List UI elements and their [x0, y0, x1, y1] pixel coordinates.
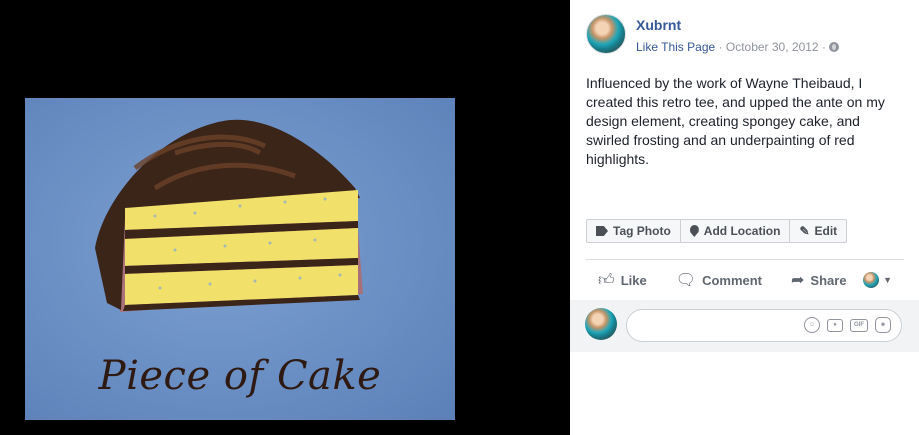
reaction-selector[interactable]: ▼: [863, 272, 892, 288]
photo-tools: Tag Photo Add Location ✎ Edit: [586, 219, 848, 243]
share-button[interactable]: ➦ Share: [791, 270, 847, 290]
post-date[interactable]: October 30, 2012: [726, 40, 819, 54]
tag-photo-button[interactable]: Tag Photo: [587, 220, 681, 242]
post-text: Influenced by the work of Wayne Theibaud…: [586, 75, 885, 167]
add-location-button[interactable]: Add Location: [681, 220, 791, 242]
share-label: Share: [810, 272, 847, 288]
like-page-link[interactable]: Like This Page: [636, 40, 715, 54]
viewer-avatar: [863, 272, 880, 288]
post-actions: 👍︎ Like 🗨︎ Comment ➦ Share ▼: [586, 262, 904, 298]
pin-icon: [689, 225, 699, 237]
comment-box: ☺ ● GIF ☻: [626, 309, 902, 342]
edit-label: Edit: [814, 224, 838, 238]
divider: [586, 259, 904, 260]
meta-separator: ·: [821, 40, 826, 54]
globe-icon[interactable]: [829, 42, 840, 52]
comment-icon: 🗨︎: [675, 272, 697, 289]
post-meta: Like This Page · October 30, 2012 ·: [636, 40, 840, 54]
emoji-icon[interactable]: ☺: [804, 317, 820, 333]
pencil-icon: ✎: [799, 224, 810, 238]
like-label: Like: [620, 272, 647, 288]
shirt-caption: Piece of Cake: [98, 353, 382, 399]
add-location-label: Add Location: [703, 224, 781, 238]
meta-separator: ·: [718, 40, 723, 54]
post-header: Xubrnt Like This Page · October 30, 2012…: [586, 14, 906, 58]
post-photo[interactable]: Piece of Cake: [25, 98, 455, 420]
comment-input[interactable]: [637, 310, 807, 341]
tag-photo-label: Tag Photo: [613, 224, 671, 238]
share-icon: ➦: [791, 272, 805, 289]
thumbs-up-icon: 👍︎: [598, 271, 615, 289]
like-button[interactable]: 👍︎ Like: [598, 271, 647, 290]
commenter-avatar: [585, 308, 617, 340]
gif-icon[interactable]: GIF: [850, 318, 868, 332]
comment-label: Comment: [702, 272, 763, 288]
caret-down-icon: ▼: [883, 275, 892, 285]
photo-viewer: Piece of Cake: [0, 0, 570, 435]
edit-button[interactable]: ✎ Edit: [790, 220, 846, 242]
author-name[interactable]: Xubrnt: [636, 17, 681, 33]
camera-icon[interactable]: ●: [827, 318, 843, 332]
comment-composer: ☺ ● GIF ☻: [570, 300, 919, 352]
author-avatar[interactable]: [586, 14, 626, 54]
tag-icon: [596, 226, 608, 236]
comment-attachments: ☺ ● GIF ☻: [804, 317, 891, 333]
comment-button[interactable]: 🗨︎ Comment: [676, 270, 762, 290]
post-panel: Xubrnt Like This Page · October 30, 2012…: [570, 0, 919, 435]
sticker-icon[interactable]: ☻: [875, 317, 891, 333]
